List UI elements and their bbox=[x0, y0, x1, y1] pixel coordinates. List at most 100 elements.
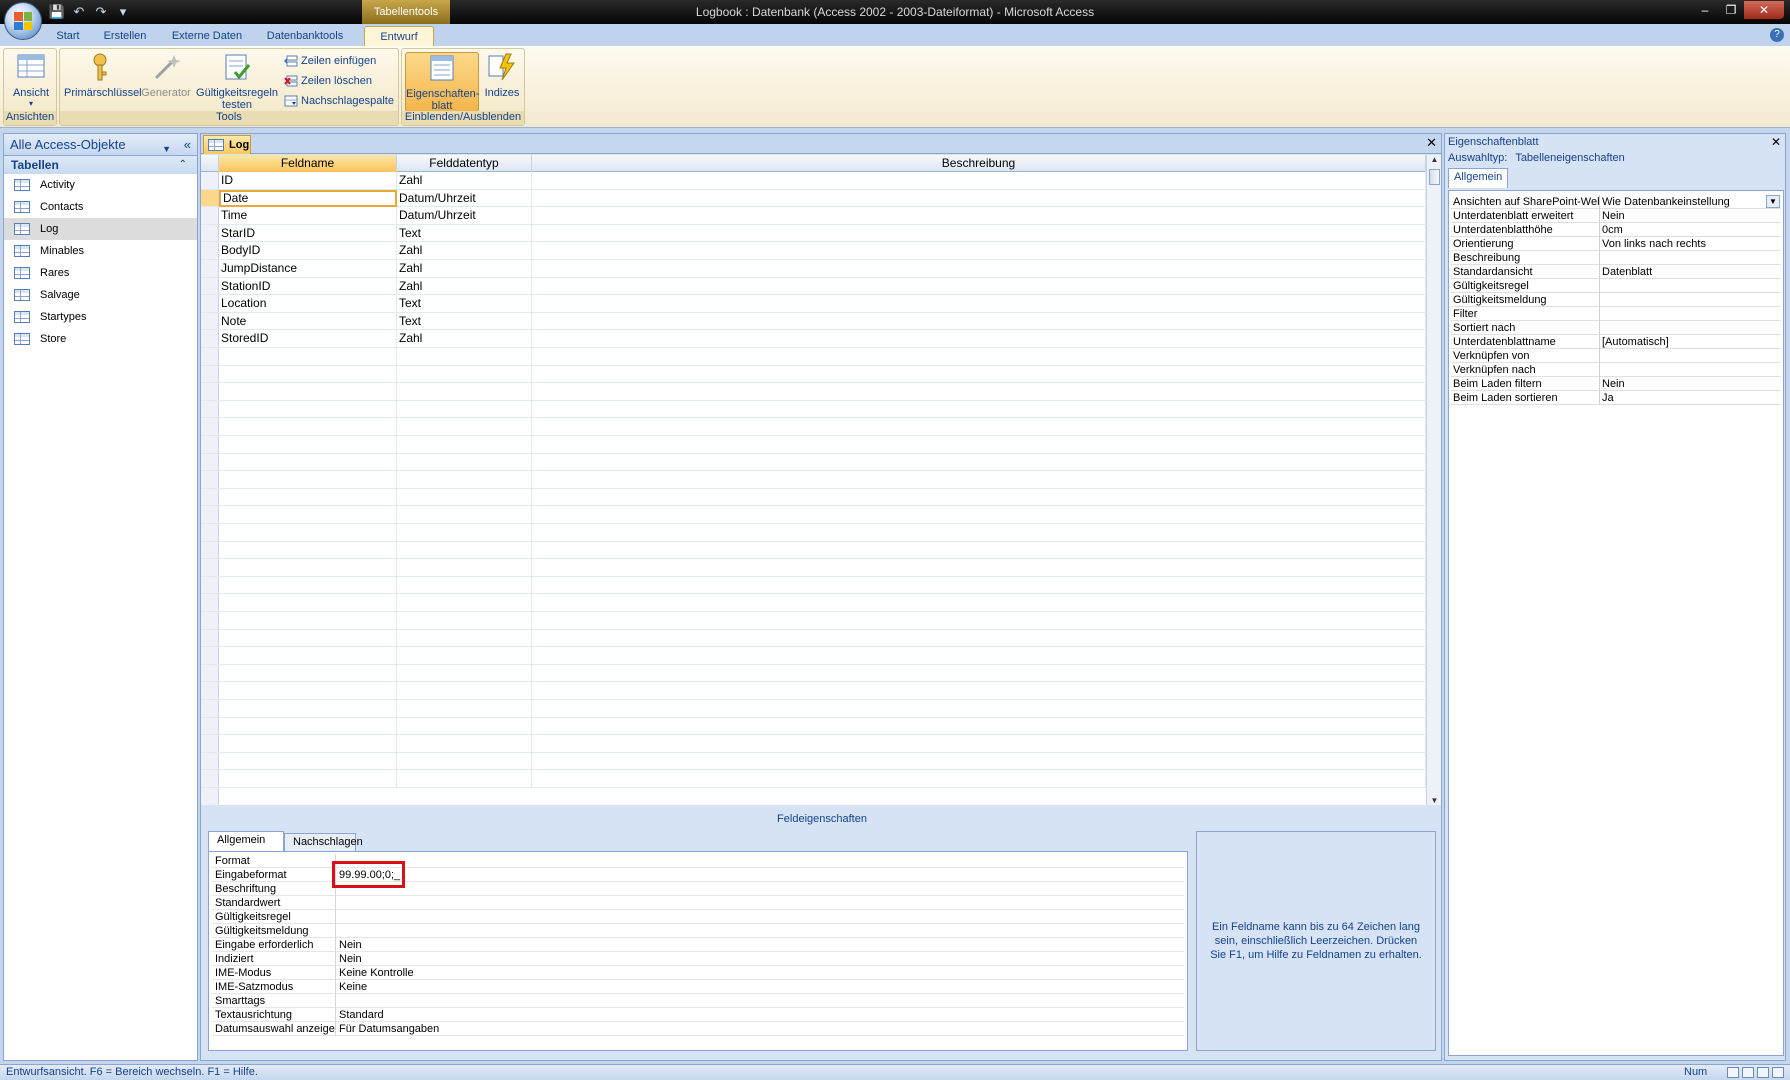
nav-item-salvage[interactable]: Salvage bbox=[4, 284, 197, 306]
nav-collapse-icon[interactable]: « bbox=[184, 134, 191, 156]
field-description-cell[interactable] bbox=[532, 295, 1426, 313]
field-name-cell[interactable] bbox=[219, 647, 397, 665]
column-header-felddatentyp[interactable]: Felddatentyp bbox=[397, 155, 532, 172]
row-selector[interactable] bbox=[201, 664, 219, 682]
row-selector[interactable] bbox=[201, 260, 219, 277]
field-type-cell[interactable]: Zahl bbox=[397, 330, 532, 348]
field-property-value[interactable] bbox=[336, 896, 1184, 909]
field-property-value[interactable] bbox=[336, 910, 1184, 923]
field-description-cell[interactable] bbox=[532, 365, 1426, 384]
field-description-cell[interactable] bbox=[532, 400, 1426, 419]
row-selector[interactable] bbox=[201, 365, 219, 383]
field-description-cell[interactable] bbox=[532, 700, 1426, 718]
field-description-cell[interactable] bbox=[532, 524, 1426, 542]
field-property-value[interactable]: Nein bbox=[336, 938, 1184, 951]
field-name-cell[interactable] bbox=[219, 453, 397, 472]
field-property-row[interactable]: Gültigkeitsmeldung bbox=[212, 924, 1184, 938]
nav-item-activity[interactable]: Activity bbox=[4, 174, 197, 196]
property-row[interactable]: Sortiert nach bbox=[1451, 321, 1781, 335]
field-name-cell[interactable] bbox=[219, 488, 397, 507]
field-property-row[interactable]: Datumsauswahl anzeigen Für Datumsangaben bbox=[212, 1022, 1184, 1036]
property-row[interactable]: Unterdatenblatthöhe 0cm bbox=[1451, 223, 1781, 237]
property-value[interactable]: Datenblatt bbox=[1600, 265, 1781, 278]
field-name-cell[interactable] bbox=[219, 418, 397, 436]
field-type-cell[interactable]: Text bbox=[397, 224, 532, 243]
field-type-cell[interactable] bbox=[397, 559, 532, 577]
tab-allgemein[interactable]: Allgemein bbox=[208, 831, 284, 851]
property-value[interactable] bbox=[1600, 293, 1781, 306]
property-value[interactable] bbox=[1600, 363, 1781, 376]
field-type-cell[interactable] bbox=[397, 682, 532, 700]
field-description-cell[interactable] bbox=[532, 312, 1426, 331]
table-row[interactable] bbox=[201, 559, 1426, 577]
table-row[interactable]: StationID Zahl bbox=[201, 277, 1426, 296]
scroll-down-icon[interactable]: ▼ bbox=[1427, 796, 1442, 805]
tab-externe-daten[interactable]: Externe Daten bbox=[168, 26, 246, 46]
property-row[interactable]: Ansichten auf SharePoint-Website anzeige… bbox=[1451, 195, 1781, 209]
field-description-cell[interactable] bbox=[532, 541, 1426, 560]
row-selector[interactable] bbox=[201, 189, 219, 207]
field-name-cell[interactable]: BodyID bbox=[219, 242, 397, 260]
generator-button[interactable]: Generator bbox=[140, 52, 192, 99]
row-selector[interactable] bbox=[201, 295, 219, 312]
table-row[interactable] bbox=[201, 735, 1426, 753]
field-description-cell[interactable] bbox=[532, 242, 1426, 260]
property-row[interactable]: Beschreibung bbox=[1451, 251, 1781, 265]
row-selector[interactable] bbox=[201, 488, 219, 506]
column-header-feldname[interactable]: Feldname bbox=[219, 155, 397, 172]
field-type-cell[interactable] bbox=[397, 365, 532, 384]
field-description-cell[interactable] bbox=[532, 488, 1426, 507]
field-name-cell[interactable] bbox=[219, 770, 397, 788]
chevron-down-icon[interactable]: ▼ bbox=[1766, 195, 1780, 208]
field-type-cell[interactable]: Text bbox=[397, 312, 532, 331]
field-type-cell[interactable] bbox=[397, 418, 532, 436]
help-icon[interactable]: ? bbox=[1770, 28, 1784, 42]
table-row[interactable]: Note Text bbox=[201, 312, 1426, 331]
table-row[interactable] bbox=[201, 612, 1426, 630]
field-property-value[interactable]: Standard bbox=[336, 1008, 1184, 1021]
field-name-cell[interactable]: StationID bbox=[219, 277, 397, 296]
row-selector[interactable] bbox=[201, 400, 219, 418]
table-row[interactable]: JumpDistance Zahl bbox=[201, 260, 1426, 278]
field-type-cell[interactable] bbox=[397, 471, 532, 489]
field-description-cell[interactable] bbox=[532, 348, 1426, 366]
row-selector[interactable] bbox=[201, 506, 219, 523]
property-value[interactable]: Nein bbox=[1600, 209, 1781, 222]
property-row[interactable]: Orientierung Von links nach rechts bbox=[1451, 237, 1781, 251]
field-name-cell[interactable]: Note bbox=[219, 312, 397, 331]
nav-header[interactable]: Alle Access-Objekte ▼ « bbox=[4, 134, 197, 156]
field-property-row[interactable]: Textausrichtung Standard bbox=[212, 1008, 1184, 1022]
field-type-cell[interactable] bbox=[397, 348, 532, 366]
field-description-cell[interactable] bbox=[532, 189, 1426, 208]
field-property-value[interactable]: 99.99.00;0;_ bbox=[332, 861, 1184, 888]
table-row[interactable] bbox=[201, 576, 1426, 595]
table-row[interactable] bbox=[201, 682, 1426, 700]
row-selector[interactable] bbox=[201, 612, 219, 629]
row-selector[interactable] bbox=[201, 207, 219, 224]
field-type-cell[interactable] bbox=[397, 541, 532, 560]
row-selector[interactable] bbox=[201, 594, 219, 611]
field-description-cell[interactable] bbox=[532, 664, 1426, 683]
field-description-cell[interactable] bbox=[532, 752, 1426, 771]
table-row[interactable]: Time Datum/Uhrzeit bbox=[201, 207, 1426, 225]
table-row[interactable] bbox=[201, 594, 1426, 612]
row-selector[interactable] bbox=[201, 717, 219, 735]
property-value[interactable] bbox=[1600, 321, 1781, 334]
field-property-row[interactable]: Indiziert Nein bbox=[212, 952, 1184, 966]
office-button[interactable] bbox=[4, 2, 42, 40]
document-tab-log[interactable]: Log bbox=[203, 135, 251, 154]
row-selector[interactable] bbox=[201, 277, 219, 295]
field-type-cell[interactable] bbox=[397, 629, 532, 648]
table-row[interactable] bbox=[201, 348, 1426, 366]
field-name-cell[interactable] bbox=[219, 629, 397, 648]
field-type-cell[interactable]: Datum/Uhrzeit bbox=[397, 189, 532, 208]
tab-entwurf[interactable]: Entwurf bbox=[364, 26, 434, 46]
field-type-cell[interactable] bbox=[397, 647, 532, 665]
field-description-cell[interactable] bbox=[532, 717, 1426, 736]
property-row[interactable]: Standardansicht Datenblatt bbox=[1451, 265, 1781, 279]
property-sheet-button[interactable]: Eigenschaften- blatt bbox=[405, 52, 479, 112]
field-description-cell[interactable] bbox=[532, 647, 1426, 665]
row-selector[interactable] bbox=[201, 524, 219, 541]
table-row[interactable] bbox=[201, 770, 1426, 788]
field-type-cell[interactable] bbox=[397, 383, 532, 401]
